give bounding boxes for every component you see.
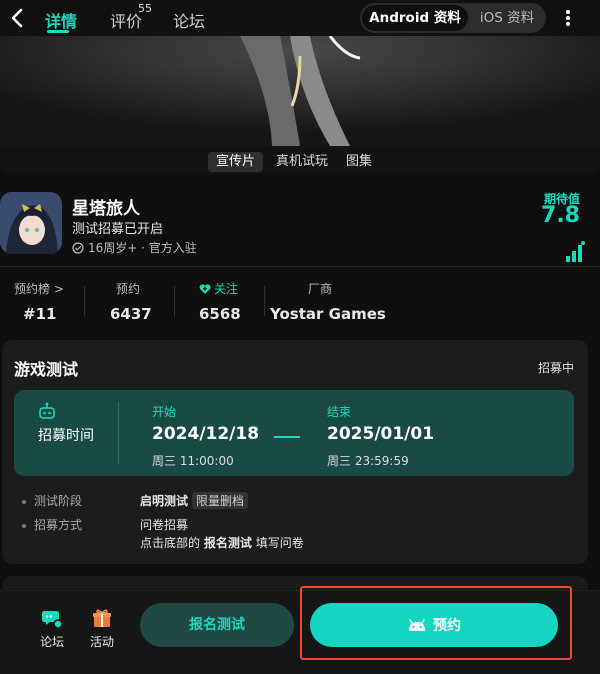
test-stage-chip: 限量删档: [192, 492, 249, 509]
recruit-robot-icon: [39, 402, 55, 419]
top-nav: 详情 评价 55 论坛 Android 资料 iOS 资料: [0, 0, 600, 36]
platform-android-option[interactable]: Android 资料: [362, 5, 468, 31]
recruit-method-value: 问卷招募: [140, 518, 189, 532]
header-divider: [0, 266, 600, 267]
forum-chat-icon: [42, 611, 63, 629]
end-time: 周三 23:59:59: [327, 454, 409, 468]
active-tab-indicator: [47, 30, 69, 33]
signup-test-button[interactable]: 报名测试: [140, 603, 294, 647]
recruit-method-label: 招募方式: [34, 518, 83, 532]
more-options-icon[interactable]: [560, 8, 576, 28]
rating-value: 7.8: [541, 203, 580, 228]
game-meta-text: 16周岁+ · 官方入驻: [88, 241, 197, 255]
test-stage-label: 测试阶段: [34, 494, 83, 508]
activity-label: 活动: [89, 635, 114, 649]
test-stage-value-row: 启明测试 限量删档: [140, 492, 249, 509]
media-tab-gallery[interactable]: 图集: [346, 152, 372, 172]
forum-label: 论坛: [39, 635, 64, 649]
recruit-note-pre: 点击底部的: [140, 536, 201, 550]
check-circle-icon: [72, 241, 84, 254]
date-range-dash: [274, 436, 300, 438]
stat-rank-label: 预约榜 >: [14, 282, 64, 296]
stat-rank-value: #11: [23, 305, 57, 323]
recruit-note-post: 填写问卷: [255, 536, 304, 550]
game-title: 星塔旅人: [72, 199, 140, 219]
tab-forum[interactable]: 论坛: [173, 8, 205, 32]
test-stage-value: 启明测试: [140, 494, 189, 508]
game-icon: [0, 192, 62, 254]
stat-divider: [174, 286, 175, 316]
activity-button[interactable]: 活动: [82, 607, 122, 650]
recruit-note-bold: 报名测试: [203, 536, 252, 550]
start-date: 2024/12/18: [152, 424, 260, 444]
media-tabs: 宣传片 真机试玩 图集: [0, 146, 600, 174]
forum-button[interactable]: 论坛: [32, 607, 72, 650]
end-label: 结束: [327, 405, 352, 419]
stat-follow-label-row: 关注: [199, 280, 241, 297]
bottom-action-bar: 论坛 活动 报名测试 预约: [0, 590, 600, 674]
end-date: 2025/01/01: [327, 424, 435, 444]
back-arrow-icon[interactable]: [8, 6, 28, 30]
recruit-method-note: 点击底部的 报名测试 填写问卷: [140, 534, 304, 551]
reserve-label: 预约: [433, 618, 461, 634]
stat-vendor[interactable]: 厂商 Yostar Games: [270, 280, 386, 323]
game-test-card: 游戏测试 招募中 招募时间 开始 2024/12/18 周三 11:00:00 …: [2, 340, 588, 564]
start-time: 周三 11:00:00: [152, 454, 234, 468]
period-divider: [118, 402, 119, 464]
stat-divider: [84, 286, 85, 316]
stat-reserve-label: 预约: [116, 282, 141, 296]
stat-follow[interactable]: 关注 6568: [199, 280, 241, 323]
recruiting-badge: 招募中: [537, 361, 574, 375]
stat-rank[interactable]: 预约榜 > #11: [14, 280, 64, 323]
recruit-period-label: 招募时间: [38, 428, 94, 444]
tab-details[interactable]: 详情: [45, 8, 77, 32]
recruit-method-label-row: 招募方式: [22, 516, 82, 533]
media-banner[interactable]: 宣传片 真机试玩 图集: [0, 36, 600, 174]
stat-reserve-value: 6437: [110, 305, 152, 323]
game-meta: 16周岁+ · 官方入驻: [72, 239, 197, 256]
heart-plus-icon: [199, 283, 211, 294]
reviews-count-badge: 55: [138, 2, 152, 15]
recruit-period-panel: 招募时间 开始 2024/12/18 周三 11:00:00 结束 2025/0…: [14, 390, 574, 476]
stat-follow-label: 关注: [214, 282, 239, 296]
media-tab-promo[interactable]: 宣传片: [208, 152, 264, 172]
stat-vendor-value: Yostar Games: [270, 305, 386, 323]
game-test-title: 游戏测试: [14, 360, 79, 379]
stat-follow-value: 6568: [199, 305, 241, 323]
rating-chart-icon: [566, 241, 585, 262]
android-icon: [409, 619, 425, 631]
stat-reserve: 预约 6437: [110, 280, 152, 323]
recruit-status: 测试招募已开启: [72, 222, 164, 237]
reserve-button[interactable]: 预约: [310, 603, 558, 647]
platform-switch: Android 资料 iOS 资料: [360, 3, 546, 33]
start-label: 开始: [152, 405, 177, 419]
test-stage-label-row: 测试阶段: [22, 492, 82, 509]
gift-icon: [93, 609, 111, 627]
stat-vendor-label: 厂商: [308, 282, 333, 296]
platform-ios-option[interactable]: iOS 资料: [470, 3, 544, 33]
stat-divider: [264, 286, 265, 316]
media-tab-gameplay[interactable]: 真机试玩: [276, 152, 328, 172]
